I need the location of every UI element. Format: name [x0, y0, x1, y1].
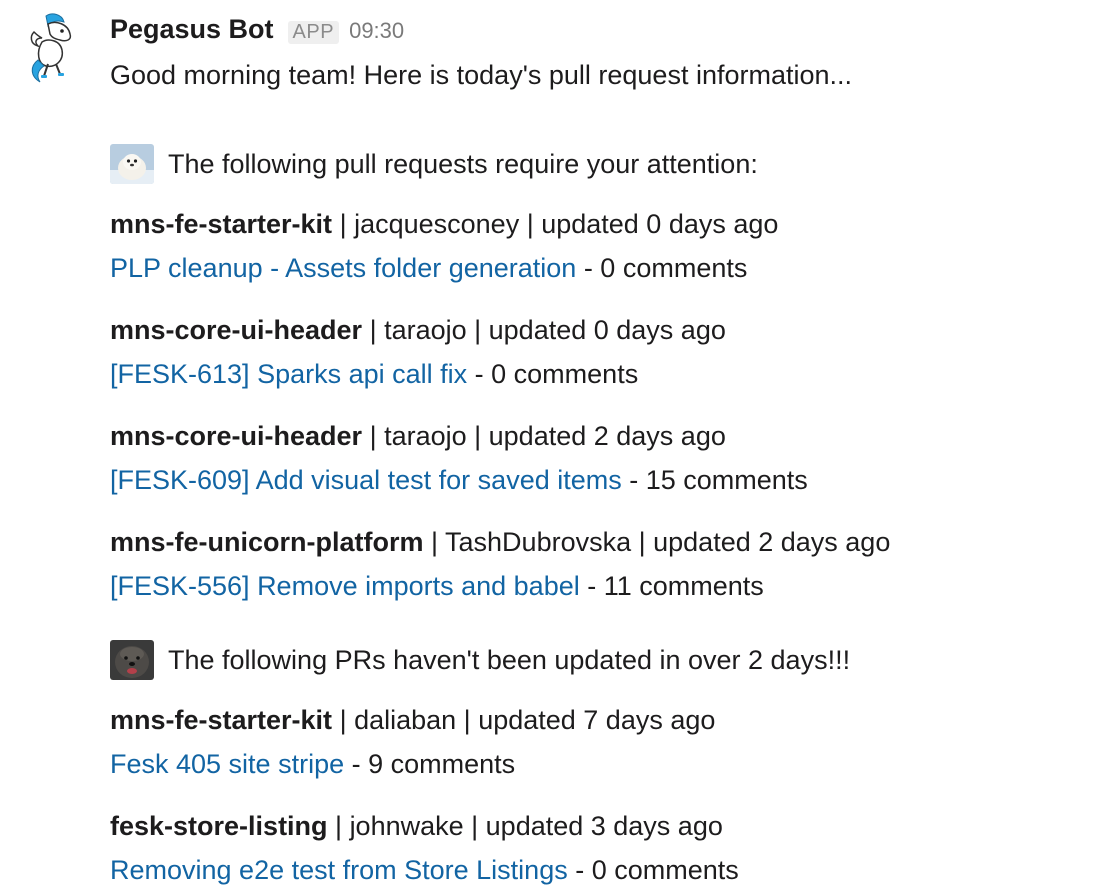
pr-link[interactable]: [FESK-556] Remove imports and babel — [110, 571, 580, 601]
pr-comments: - 11 comments — [579, 571, 764, 601]
pr-item: fesk-store-listing | johnwake | updated … — [110, 804, 1090, 892]
pr-link[interactable]: PLP cleanup - Assets folder generation — [110, 253, 576, 283]
pr-meta: | taraojo | updated 2 days ago — [362, 421, 726, 451]
pr-item: mns-fe-starter-kit | daliaban | updated … — [110, 698, 1090, 786]
angry-dog-icon — [110, 640, 154, 680]
pr-link[interactable]: Fesk 405 site stripe — [110, 749, 344, 779]
attention-section-title: The following pull requests require your… — [168, 149, 758, 179]
pr-link[interactable]: Removing e2e test from Store Listings — [110, 855, 568, 885]
stale-section-header: The following PRs haven't been updated i… — [110, 640, 1090, 680]
seal-pup-icon — [110, 144, 154, 184]
app-badge: APP — [287, 21, 340, 44]
pr-meta: | johnwake | updated 3 days ago — [327, 811, 723, 841]
pr-meta: | daliaban | updated 7 days ago — [332, 705, 716, 735]
pegasus-avatar-icon[interactable] — [26, 12, 86, 88]
pr-repo: mns-fe-starter-kit — [110, 209, 333, 239]
pr-repo: fesk-store-listing — [110, 811, 328, 841]
stale-section-title: The following PRs haven't been updated i… — [168, 645, 851, 675]
pr-meta: | jacquesconey | updated 0 days ago — [332, 209, 779, 239]
pr-repo: mns-fe-unicorn-platform — [110, 527, 424, 557]
pr-meta: | taraojo | updated 0 days ago — [362, 315, 726, 345]
message-timestamp[interactable]: 09:30 — [349, 18, 404, 44]
pr-link[interactable]: [FESK-609] Add visual test for saved ite… — [110, 465, 622, 495]
pr-item: mns-fe-starter-kit | jacquesconey | upda… — [110, 202, 1090, 290]
pr-link[interactable]: [FESK-613] Sparks api call fix — [110, 359, 467, 389]
pr-comments: - 0 comments — [467, 359, 639, 389]
pr-comments: - 0 comments — [567, 855, 739, 885]
pr-repo: mns-core-ui-header — [110, 421, 363, 451]
pr-comments: - 0 comments — [576, 253, 748, 283]
message-header: Pegasus Bot APP 09:30 — [110, 14, 1090, 50]
pr-item: mns-core-ui-header | taraojo | updated 2… — [110, 414, 1090, 502]
pr-comments: - 15 comments — [621, 465, 808, 495]
message-content: Pegasus Bot APP 09:30 Good morning team!… — [110, 14, 1090, 892]
attention-section-header: The following pull requests require your… — [110, 144, 1090, 184]
greeting-text: Good morning team! Here is today's pull … — [110, 60, 853, 90]
pr-item: mns-core-ui-header | taraojo | updated 0… — [110, 308, 1090, 396]
pr-repo: mns-fe-starter-kit — [110, 705, 333, 735]
pr-repo: mns-core-ui-header — [110, 315, 363, 345]
pr-comments: - 9 comments — [344, 749, 516, 779]
bot-message: Pegasus Bot APP 09:30 Good morning team!… — [0, 0, 1100, 885]
sender-name[interactable]: Pegasus Bot — [110, 14, 274, 45]
pr-meta: | TashDubrovska | updated 2 days ago — [423, 527, 891, 557]
pr-item: mns-fe-unicorn-platform | TashDubrovska … — [110, 520, 1090, 608]
